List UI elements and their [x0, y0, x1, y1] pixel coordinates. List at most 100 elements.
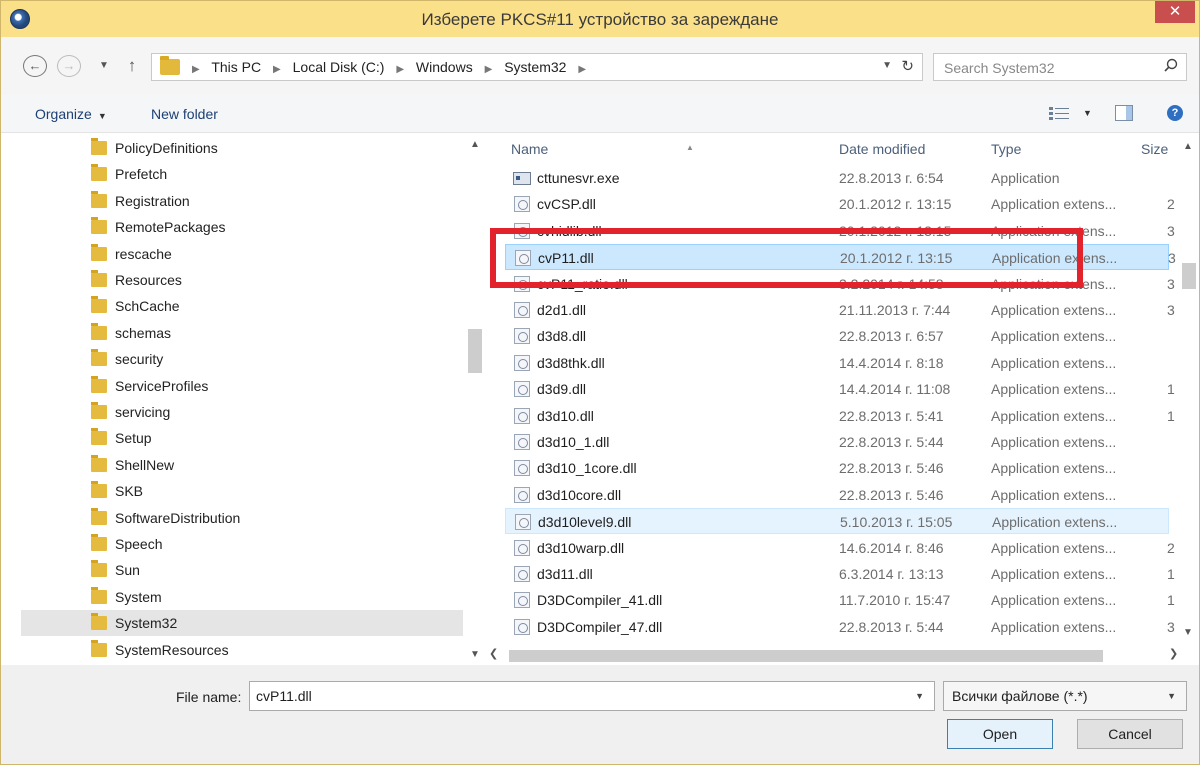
address-bar[interactable]: ▶ This PC ▶ Local Disk (C:) ▶ Windows ▶ …	[151, 53, 923, 81]
scrollbar-thumb[interactable]	[468, 329, 482, 373]
file-date: 22.8.2013 г. 5:41	[839, 407, 944, 424]
nav-tree-item[interactable]: servicing	[21, 399, 463, 425]
file-row[interactable]: cvCSP.dll 20.1.2012 г. 13:15 Application e…	[505, 191, 1175, 217]
column-header-type[interactable]: Type	[991, 141, 1021, 157]
forward-button[interactable]: →	[57, 55, 81, 77]
column-header-name[interactable]: Name ▲	[511, 141, 694, 157]
help-icon[interactable]: ?	[1167, 105, 1183, 121]
nav-tree-item[interactable]: SystemResources	[21, 637, 463, 663]
nav-tree-item[interactable]: Registration	[21, 188, 463, 214]
sort-ascending-icon: ▲	[686, 143, 694, 152]
organize-button[interactable]: Organize ▼	[35, 106, 107, 122]
file-row[interactable]: d3d8thk.dll 14.4.2014 г. 8:18 Application …	[505, 350, 1169, 376]
chevron-right-icon[interactable]: ▶	[396, 64, 404, 75]
chevron-up-icon[interactable]: ▲	[470, 139, 480, 150]
nav-tree-item[interactable]: System	[21, 584, 463, 610]
refresh-icon[interactable]: ↻	[901, 57, 914, 75]
file-row[interactable]: d3d11.dll 6.3.2014 г. 13:13 Application ex…	[505, 561, 1175, 587]
file-type: Application extens...	[991, 486, 1117, 503]
file-row[interactable]: d3d10_1core.dll 22.8.2013 г. 5:46 Applicat…	[505, 455, 1169, 481]
chevron-left-icon[interactable]: ❮	[489, 647, 498, 660]
up-button[interactable]: ↑	[123, 55, 141, 77]
search-input[interactable]: Search System32	[933, 53, 1187, 81]
navigation-pane-scrollbar[interactable]: ▲ ▼	[465, 133, 485, 665]
chevron-down-icon[interactable]: ▼	[915, 691, 924, 701]
breadcrumb-local-disk[interactable]: Local Disk (C:)	[293, 59, 385, 75]
chevron-down-icon[interactable]: ▼	[882, 60, 892, 71]
file-row[interactable]: d3d8.dll 22.8.2013 г. 6:57 Application ext…	[505, 323, 1169, 349]
file-type-filter[interactable]: Всички файлове (*.*) ▼	[943, 681, 1187, 711]
nav-tree-item[interactable]: Setup	[21, 425, 463, 451]
file-row[interactable]: d3d10core.dll 22.8.2013 г. 5:46 Applicatio…	[505, 482, 1169, 508]
nav-tree-item[interactable]: SKB	[21, 478, 463, 504]
nav-tree-item[interactable]: Prefetch	[21, 161, 463, 187]
organize-label: Organize	[35, 106, 92, 122]
chevron-right-icon[interactable]: ▶	[273, 64, 281, 75]
file-row[interactable]: D3DCompiler_47.dll 22.8.2013 г. 5:44 Appli…	[505, 614, 1175, 640]
nav-tree-item[interactable]: rescache	[21, 241, 463, 267]
title-bar[interactable]: Изберете PKCS#11 устройство за зареждане…	[1, 1, 1199, 37]
file-row[interactable]: d3d10_1.dll 22.8.2013 г. 5:44 Application …	[505, 429, 1169, 455]
chevron-down-icon[interactable]: ▼	[1183, 627, 1193, 638]
nav-tree-item[interactable]: ShellNew	[21, 452, 463, 478]
nav-tree-item[interactable]: RemotePackages	[21, 214, 463, 240]
chevron-up-icon[interactable]: ▲	[1183, 141, 1193, 152]
chevron-right-icon[interactable]: ▶	[485, 64, 493, 75]
file-list-vertical-scrollbar[interactable]: ▲ ▼	[1179, 133, 1197, 653]
folder-icon	[91, 138, 107, 155]
cancel-button[interactable]: Cancel	[1077, 719, 1183, 749]
breadcrumb-windows[interactable]: Windows	[416, 59, 473, 75]
file-name: D3DCompiler_41.dll	[537, 592, 663, 609]
column-header-size[interactable]: Size	[1141, 141, 1168, 157]
nav-tree-item-label: Resources	[115, 272, 182, 288]
column-header-date[interactable]: Date modified	[839, 141, 925, 157]
chevron-down-icon[interactable]: ▼	[1167, 691, 1176, 701]
nav-tree-item[interactable]: Speech	[21, 531, 463, 557]
file-type: Application extens...	[991, 328, 1117, 345]
file-size: 2	[1167, 539, 1175, 556]
file-row[interactable]: cttunesvr.exe 22.8.2013 г. 6:54 Applicatio…	[505, 165, 1169, 191]
view-options-icon[interactable]	[1049, 106, 1071, 121]
new-folder-button[interactable]: New folder	[151, 106, 218, 122]
search-icon[interactable]	[1164, 58, 1178, 72]
nav-tree-item[interactable]: PolicyDefinitions	[21, 135, 463, 161]
file-name: d3d11.dll	[537, 566, 593, 582]
file-row[interactable]: D3DCompiler_41.dll 11.7.2010 г. 15:47 Appl…	[505, 587, 1175, 613]
chevron-right-icon[interactable]: ▶	[578, 64, 586, 75]
scrollbar-thumb[interactable]	[509, 650, 1103, 662]
nav-tree-item[interactable]: SoftwareDistribution	[21, 505, 463, 531]
folder-icon	[91, 639, 107, 657]
file-row[interactable]: d3d10level9.dll 5.10.2013 г. 15:05 Applica…	[505, 508, 1169, 535]
nav-tree-item[interactable]: security	[21, 346, 463, 372]
scrollbar-thumb[interactable]	[1182, 263, 1196, 289]
file-name-input[interactable]: cvP11.dll ▼	[249, 681, 935, 711]
nav-tree-item[interactable]: ServiceProfiles	[21, 373, 463, 399]
nav-tree-item[interactable]: Resources	[21, 267, 463, 293]
nav-tree-item[interactable]: System32	[21, 610, 463, 637]
recent-locations-button[interactable]: ▼	[97, 55, 111, 77]
chevron-right-icon[interactable]: ❯	[1169, 647, 1178, 660]
dll-file-icon	[514, 618, 530, 635]
dll-file-icon	[514, 566, 530, 582]
breadcrumb-system32[interactable]: System32	[504, 59, 566, 75]
open-button[interactable]: Open	[947, 719, 1053, 749]
file-size: 3	[1167, 302, 1175, 318]
chevron-down-icon[interactable]: ▼	[470, 649, 480, 660]
nav-tree-item[interactable]: schemas	[21, 320, 463, 346]
file-row[interactable]: d3d10warp.dll 14.6.2014 г. 8:46 Applicatio…	[505, 535, 1175, 561]
preview-pane-icon[interactable]	[1115, 105, 1133, 121]
file-size: 3	[1167, 222, 1175, 239]
file-row[interactable]: d3d10.dll 22.8.2013 г. 5:41 Application ex…	[505, 403, 1175, 429]
nav-tree-item-label: Registration	[115, 192, 190, 209]
close-button[interactable]: ✕	[1155, 1, 1195, 23]
chevron-down-icon[interactable]: ▼	[1083, 108, 1092, 118]
back-button[interactable]: ←	[23, 55, 47, 77]
nav-tree-item[interactable]: SchCache	[21, 293, 463, 319]
folder-icon	[91, 349, 107, 367]
file-date: 6.3.2014 г. 13:13	[839, 566, 944, 582]
file-row[interactable]: d2d1.dll 21.11.2013 г. 7:44 Application ex…	[505, 297, 1175, 323]
file-list-horizontal-scrollbar[interactable]: ❮ ❯	[487, 645, 1179, 665]
breadcrumb-this-pc[interactable]: This PC	[211, 59, 261, 75]
file-row[interactable]: d3d9.dll 14.4.2014 г. 11:08 Application ex…	[505, 376, 1175, 402]
nav-tree-item[interactable]: Sun	[21, 557, 463, 583]
